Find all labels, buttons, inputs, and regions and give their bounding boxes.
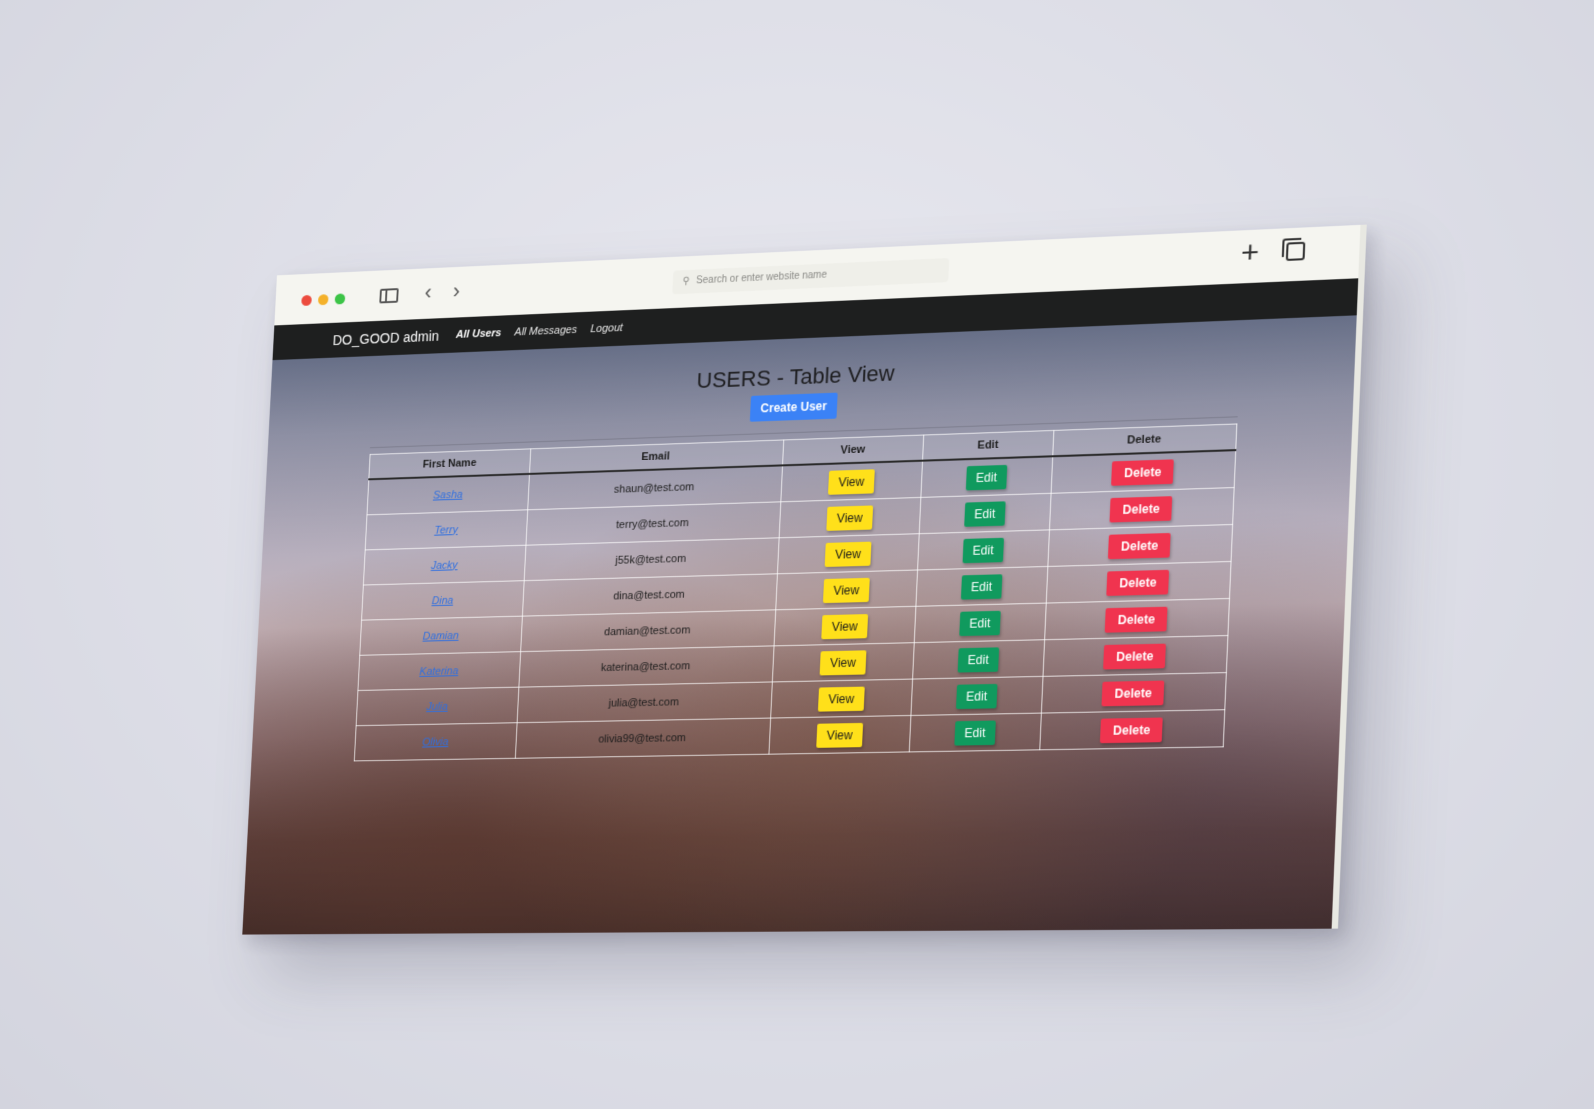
- brand-logo[interactable]: DO_GOOD admin: [332, 328, 439, 348]
- edit-button[interactable]: Edit: [960, 573, 1003, 600]
- user-email: julia@test.com: [517, 681, 773, 723]
- nav-link-logout[interactable]: Logout: [590, 322, 623, 335]
- address-bar[interactable]: ⚲ Search or enter website name: [672, 258, 950, 295]
- users-table: First Name Email View Edit Delete Sasha …: [354, 423, 1238, 761]
- user-name-link[interactable]: Damian: [423, 629, 459, 642]
- close-window-button[interactable]: [301, 294, 312, 306]
- sidebar-icon[interactable]: [379, 288, 399, 304]
- view-button[interactable]: View: [826, 504, 874, 531]
- user-name-link[interactable]: Katerina: [419, 665, 458, 678]
- plus-icon[interactable]: +: [1240, 236, 1260, 271]
- view-button[interactable]: View: [823, 577, 870, 603]
- create-user-button[interactable]: Create User: [750, 392, 838, 422]
- mockup-stage: ‹ › ⚲ Search or enter website name + DO_…: [0, 0, 1594, 1109]
- view-button[interactable]: View: [828, 468, 875, 495]
- edit-button[interactable]: Edit: [955, 683, 998, 709]
- maximize-window-button[interactable]: [334, 293, 346, 305]
- user-name-link[interactable]: Dina: [432, 594, 454, 606]
- user-name-link[interactable]: Sasha: [433, 488, 463, 501]
- delete-button[interactable]: Delete: [1103, 643, 1167, 670]
- edit-button[interactable]: Edit: [953, 720, 997, 746]
- user-email: damian@test.com: [520, 609, 776, 652]
- nav-link-all-messages[interactable]: All Messages: [514, 324, 577, 338]
- chevron-right-icon[interactable]: ›: [452, 278, 460, 303]
- view-button[interactable]: View: [816, 722, 864, 748]
- edit-button[interactable]: Edit: [958, 610, 1002, 636]
- minimize-window-button[interactable]: [317, 294, 329, 306]
- page-content: DO_GOOD admin All Users All Messages Log…: [242, 278, 1359, 935]
- delete-button[interactable]: Delete: [1111, 458, 1175, 486]
- view-button[interactable]: View: [818, 686, 865, 712]
- user-name-link[interactable]: Terry: [434, 524, 458, 536]
- view-button[interactable]: View: [821, 613, 869, 639]
- edit-button[interactable]: Edit: [963, 500, 1006, 527]
- window-controls: [301, 293, 346, 306]
- browser-window: ‹ › ⚲ Search or enter website name + DO_…: [242, 224, 1367, 935]
- user-email: katerina@test.com: [519, 645, 774, 688]
- delete-button[interactable]: Delete: [1101, 680, 1165, 706]
- nav-link-all-users[interactable]: All Users: [456, 327, 502, 341]
- view-button[interactable]: View: [824, 541, 872, 567]
- chevron-left-icon[interactable]: ‹: [424, 280, 432, 305]
- users-table-container: First Name Email View Edit Delete Sasha …: [354, 423, 1238, 761]
- edit-button[interactable]: Edit: [962, 537, 1005, 563]
- delete-button[interactable]: Delete: [1106, 569, 1170, 596]
- tabs-icon[interactable]: [1285, 241, 1306, 261]
- view-button[interactable]: View: [819, 649, 867, 675]
- delete-button[interactable]: Delete: [1109, 495, 1173, 522]
- edit-button[interactable]: Edit: [957, 646, 1000, 673]
- delete-button[interactable]: Delete: [1100, 716, 1164, 743]
- search-icon: ⚲: [682, 275, 690, 287]
- user-name-link[interactable]: Jacky: [431, 559, 458, 572]
- user-email: olivia99@test.com: [515, 718, 771, 759]
- edit-button[interactable]: Edit: [965, 464, 1008, 490]
- delete-button[interactable]: Delete: [1104, 606, 1168, 633]
- user-name-link[interactable]: Olivia: [422, 736, 449, 748]
- user-name-link[interactable]: Julia: [426, 700, 448, 712]
- address-placeholder: Search or enter website name: [695, 269, 828, 287]
- delete-button[interactable]: Delete: [1108, 532, 1172, 559]
